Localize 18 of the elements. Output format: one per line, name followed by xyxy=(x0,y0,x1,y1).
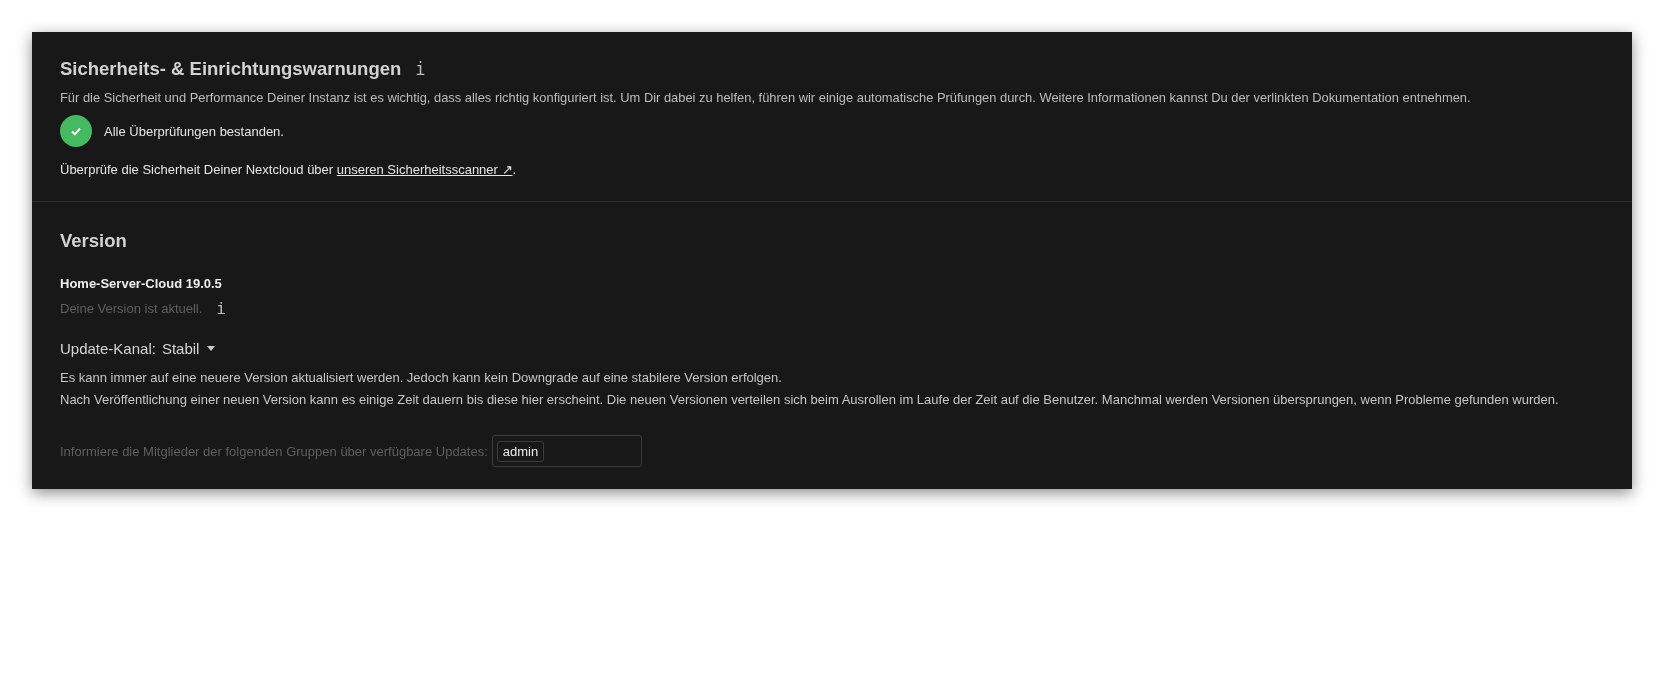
version-name: Home-Server-Cloud 19.0.5 xyxy=(60,276,223,291)
notify-label: Informiere die Mitglieder der folgenden Gruppen über verfügbare Updates: xyxy=(60,443,488,459)
section-title: Version xyxy=(60,230,128,252)
channel-label: Update-Kanal: xyxy=(60,340,156,357)
caret-icon xyxy=(207,346,216,351)
check-result-text: Alle Überprüfungen bestanden. xyxy=(104,123,284,139)
channel-dropdown[interactable]: Stabil xyxy=(161,340,216,357)
description-text: Für die Sicherheit und Performance Deiner Instanz ist es wichtig, dass alles richtig konfiguriert ist. Um Dir dabei zu helfen, führen wir einige automatische Prüfungen durch. Weitere Informationen kannst Du der verlinkten Dokumentation entnehmen. xyxy=(60,90,1472,105)
scanner-text: Überprüfe die Sicherheit Deiner Nextcloud über unseren Sicherheitsscanner ↗. xyxy=(60,162,518,177)
group-tag[interactable]: admin xyxy=(496,440,545,462)
note-text: Nach Veröffentlichung einer neuen Version kann es einige Zeit dauern bis diese hier erscheint. Die neuen Versionen verteilen sich beim Ausrollen im Laufe der Zeit auf die Benutzer. Manchmal werden Versionen übersprungen, wenn Probleme gefunden wurden. xyxy=(60,391,1560,409)
info-icon[interactable]: i xyxy=(415,59,426,79)
section-title: Sicherheits- & Einrichtungswarnungen xyxy=(60,58,402,80)
groups-field[interactable]: admin xyxy=(491,435,642,467)
note-text: Es kann immer auf eine neuere Version aktualisiert werden. Jedoch kann kein Downgrade auf eine stabilere Version erfolgen. xyxy=(60,369,783,387)
version-status: Deine Version ist aktuell. xyxy=(60,301,203,316)
info-icon[interactable]: i xyxy=(216,299,226,318)
scanner-link[interactable]: unseren Sicherheitsscanner ↗ xyxy=(336,162,513,177)
